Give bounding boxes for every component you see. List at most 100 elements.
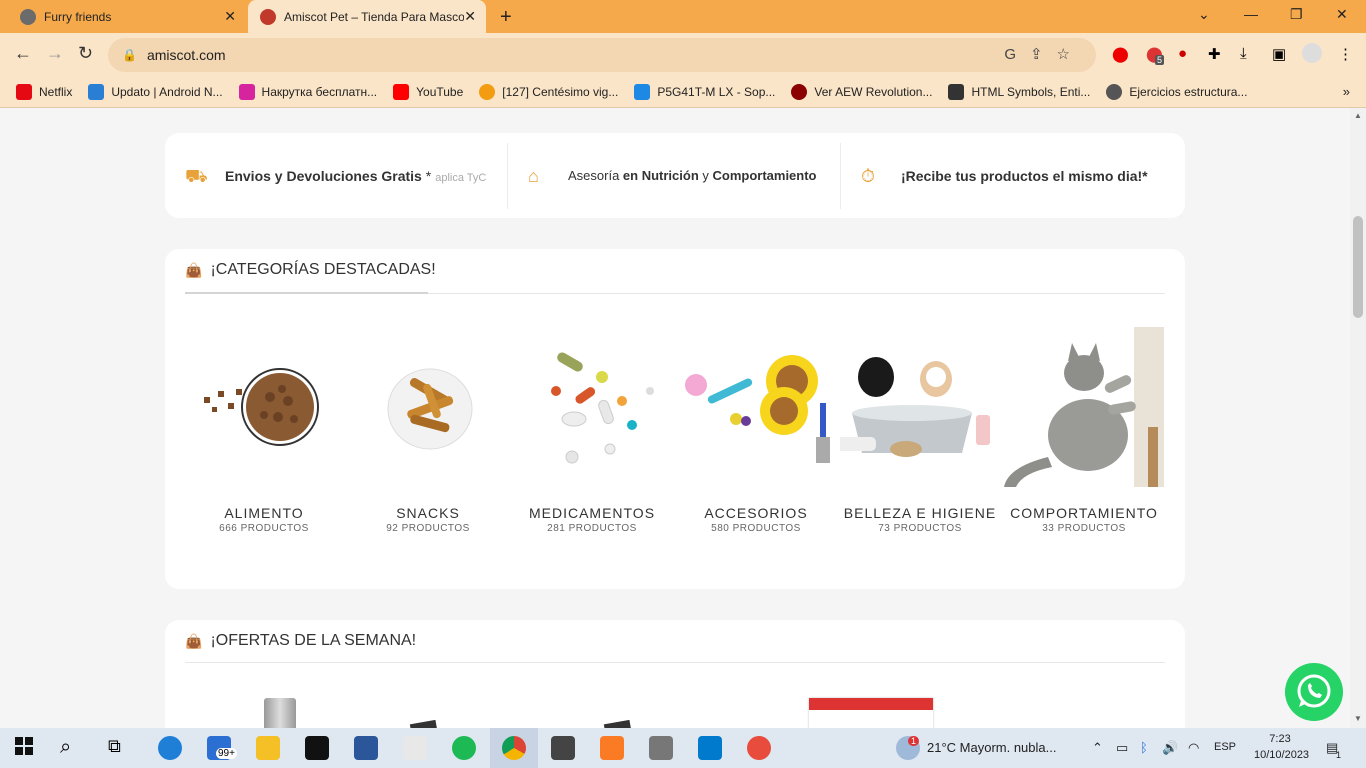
minimize-button[interactable]: — — [1244, 6, 1258, 22]
forward-button[interactable]: → — [46, 43, 64, 64]
word-icon[interactable] — [354, 736, 378, 760]
category-count: 73 PRODUCTOS — [878, 523, 962, 534]
category-count: 33 PRODUCTOS — [1042, 523, 1126, 534]
wifi-icon[interactable]: ◠ — [1188, 740, 1199, 756]
download-icon[interactable]: ⤓ — [1240, 45, 1247, 62]
html-symbols-icon — [948, 84, 965, 100]
scroll-up-icon[interactable]: ▲ — [1354, 111, 1362, 120]
edge-icon[interactable] — [158, 736, 182, 760]
grooming-image — [836, 327, 1000, 487]
more-bookmarks-icon[interactable]: » — [1343, 84, 1350, 99]
bluetooth-icon[interactable]: ᛒ — [1140, 740, 1148, 755]
featured-categories-card: 👜 ¡CATEGORÍAS DESTACADAS! ALIMENTO 666 P… — [165, 249, 1185, 589]
food-bowl-image — [184, 327, 344, 487]
profile-avatar[interactable] — [1302, 43, 1322, 63]
search-icon[interactable]: ⌕ — [60, 736, 84, 760]
bookmark-youtube[interactable]: YouTube — [393, 84, 463, 100]
new-tab-button[interactable]: + — [500, 6, 512, 29]
category-count: 92 PRODUCTOS — [386, 523, 470, 534]
offer-product-image[interactable] — [264, 698, 296, 728]
benefit-suffix: * — [421, 167, 432, 184]
language-indicator[interactable]: ESP — [1214, 741, 1236, 753]
reload-button[interactable]: ↻ — [78, 43, 93, 64]
battery-icon[interactable]: ▭ — [1116, 740, 1128, 756]
bookmark-centesimo[interactable]: [127] Centésimo vig... — [479, 84, 618, 100]
scroll-down-icon[interactable]: ▼ — [1354, 714, 1362, 723]
bookmark-ejercicios[interactable]: Ejercicios estructura... — [1106, 84, 1247, 100]
bookmark-instagram[interactable]: Накрутка бесплатн... — [238, 84, 378, 100]
offer-product-image[interactable] — [809, 698, 933, 728]
task-view-icon[interactable]: ⧉ — [108, 736, 132, 760]
globe-icon — [20, 8, 36, 25]
tab-amiscot[interactable]: Amiscot Pet – Tienda Para Mascotas ✕ — [248, 0, 486, 33]
vscode-icon[interactable] — [698, 736, 722, 760]
cat-scratching-image — [1004, 327, 1164, 487]
close-window-button[interactable]: ✕ — [1336, 6, 1348, 23]
page-scrollbar[interactable]: ▲ ▼ — [1350, 108, 1366, 728]
tab-title: Furry friends — [44, 9, 112, 24]
asus-icon — [634, 84, 651, 100]
bookmark-aew[interactable]: Ver AEW Revolution... — [791, 84, 932, 100]
bookmark-label: Netflix — [39, 85, 73, 99]
bookmark-label: Накрутка бесплатн... — [261, 85, 378, 99]
bookmark-netflix[interactable]: Netflix — [16, 84, 72, 100]
puzzle-extensions-icon[interactable]: ✚ — [1208, 45, 1221, 63]
opera-extension-icon[interactable]: ⬤ — [1112, 45, 1129, 63]
store-icon[interactable] — [403, 736, 427, 760]
inkscape-icon[interactable] — [649, 736, 673, 760]
category-comportamiento[interactable]: COMPORTAMIENTO 33 PRODUCTOS — [1002, 327, 1166, 534]
restore-button[interactable]: ❐ — [1290, 6, 1303, 23]
back-button[interactable]: ← — [14, 43, 32, 64]
snacks-bowl-image — [348, 327, 508, 487]
weather-text[interactable]: 21°C Mayorm. nubla... — [927, 740, 1056, 755]
category-belleza-higiene[interactable]: BELLEZA E HIGIENE 73 PRODUCTOS — [836, 327, 1002, 534]
category-count: 281 PRODUCTOS — [547, 523, 637, 534]
instagram-icon — [238, 84, 255, 100]
benefit-text-part: Asesoría — [568, 168, 623, 183]
show-hidden-icons[interactable]: ⌃ — [1092, 740, 1103, 756]
whatsapp-button[interactable] — [1285, 663, 1343, 721]
side-panel-icon[interactable]: ▣ — [1272, 45, 1286, 63]
bookmark-p5g41t[interactable]: P5G41T-M LX - Sop... — [634, 84, 775, 100]
spotify-icon[interactable] — [452, 736, 476, 760]
xampp-icon[interactable] — [600, 736, 624, 760]
close-tab-icon[interactable]: ✕ — [224, 8, 236, 25]
netflix-app-icon[interactable] — [305, 736, 329, 760]
bookmark-html-symbols[interactable]: HTML Symbols, Enti... — [948, 84, 1090, 100]
person-icon — [1106, 84, 1123, 100]
close-tab-icon[interactable]: ✕ — [464, 8, 476, 25]
pet-bed-icon: ⌂ — [528, 165, 539, 186]
play-icon — [791, 84, 808, 100]
tab-furry-friends[interactable]: Furry friends ✕ — [8, 0, 246, 33]
address-bar[interactable]: 🔒 amiscot.com G⇪☆ — [108, 38, 1096, 72]
category-snacks[interactable]: SNACKS 92 PRODUCTOS — [346, 327, 510, 534]
youtube-icon — [393, 84, 410, 100]
clock-time: 7:23 — [1269, 733, 1291, 745]
truck-icon: ⛟ — [185, 165, 208, 186]
bookmark-updato[interactable]: Updato | Android N... — [88, 84, 223, 100]
clock[interactable]: 7:23 10/10/2023 — [1254, 731, 1309, 763]
file-explorer-icon[interactable] — [256, 736, 280, 760]
menu-kebab-icon[interactable]: ⋮ — [1338, 45, 1353, 63]
category-alimento[interactable]: ALIMENTO 666 PRODUCTOS — [182, 327, 346, 534]
start-button[interactable] — [14, 736, 38, 760]
section-title: 👜 ¡OFERTAS DE LA SEMANA! — [185, 632, 416, 650]
winrar-icon[interactable] — [551, 736, 575, 760]
terms-link[interactable]: aplica TyC — [435, 172, 486, 184]
benefit-bold: ¡Recibe tus productos el mismo dia!* — [901, 167, 1148, 184]
chrome-icon[interactable] — [502, 736, 526, 760]
tab-search-icon[interactable]: ⌄ — [1198, 6, 1210, 23]
section-title: 👜 ¡CATEGORÍAS DESTACADAS! — [185, 261, 436, 279]
offer-product-image[interactable] — [603, 719, 633, 728]
weather-badge: 1 — [908, 736, 920, 746]
volume-icon[interactable]: 🔊 — [1162, 740, 1178, 756]
category-accesorios[interactable]: ACCESORIOS 580 PRODUCTOS — [674, 327, 838, 534]
mail-badge: 99+ — [216, 748, 237, 759]
scrollbar-thumb[interactable] — [1353, 216, 1363, 318]
offer-product-image[interactable] — [409, 719, 439, 728]
category-medicamentos[interactable]: MEDICAMENTOS 281 PRODUCTOS — [510, 327, 674, 534]
paint-icon[interactable] — [747, 736, 771, 760]
record-extension-icon[interactable]: ● — [1178, 45, 1187, 62]
omnibox-actions[interactable]: G⇪☆ — [1004, 45, 1084, 63]
category-name: BELLEZA E HIGIENE — [843, 505, 997, 521]
